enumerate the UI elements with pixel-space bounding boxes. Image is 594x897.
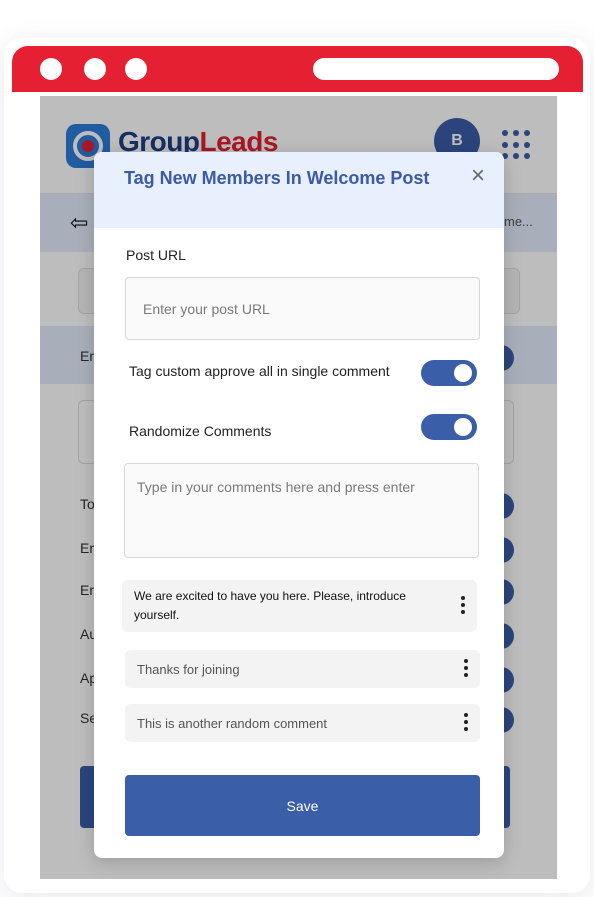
window-dot <box>84 58 106 80</box>
window-dot <box>40 58 62 80</box>
modal-title: Tag New Members In Welcome Post <box>124 168 430 188</box>
comment-text: We are excited to have you here. Please,… <box>134 589 406 622</box>
comment-text: This is another random comment <box>137 716 328 731</box>
randomize-comments-label: Randomize Comments <box>129 423 272 439</box>
post-url-input[interactable] <box>125 277 480 340</box>
tag-single-comment-label: Tag custom approve all in single comment <box>129 363 390 379</box>
kebab-menu-icon[interactable] <box>459 596 467 616</box>
tag-single-comment-toggle[interactable] <box>421 360 477 386</box>
kebab-menu-icon[interactable] <box>462 713 470 733</box>
modal-header: Tag New Members In Welcome Post × <box>94 152 504 228</box>
list-item: This is another random comment <box>125 704 480 742</box>
list-item: Thanks for joining <box>125 650 480 688</box>
randomize-comments-toggle[interactable] <box>421 414 477 440</box>
comments-textarea[interactable] <box>124 463 479 558</box>
address-bar[interactable] <box>313 58 559 80</box>
comment-text: Thanks for joining <box>137 662 240 677</box>
list-item: We are excited to have you here. Please,… <box>122 580 477 632</box>
tag-members-modal: Tag New Members In Welcome Post × Post U… <box>94 152 504 858</box>
post-url-label: Post URL <box>126 247 186 263</box>
kebab-menu-icon[interactable] <box>462 659 470 679</box>
close-icon[interactable]: × <box>466 164 490 188</box>
window-dot <box>125 58 147 80</box>
save-button[interactable]: Save <box>125 775 480 836</box>
